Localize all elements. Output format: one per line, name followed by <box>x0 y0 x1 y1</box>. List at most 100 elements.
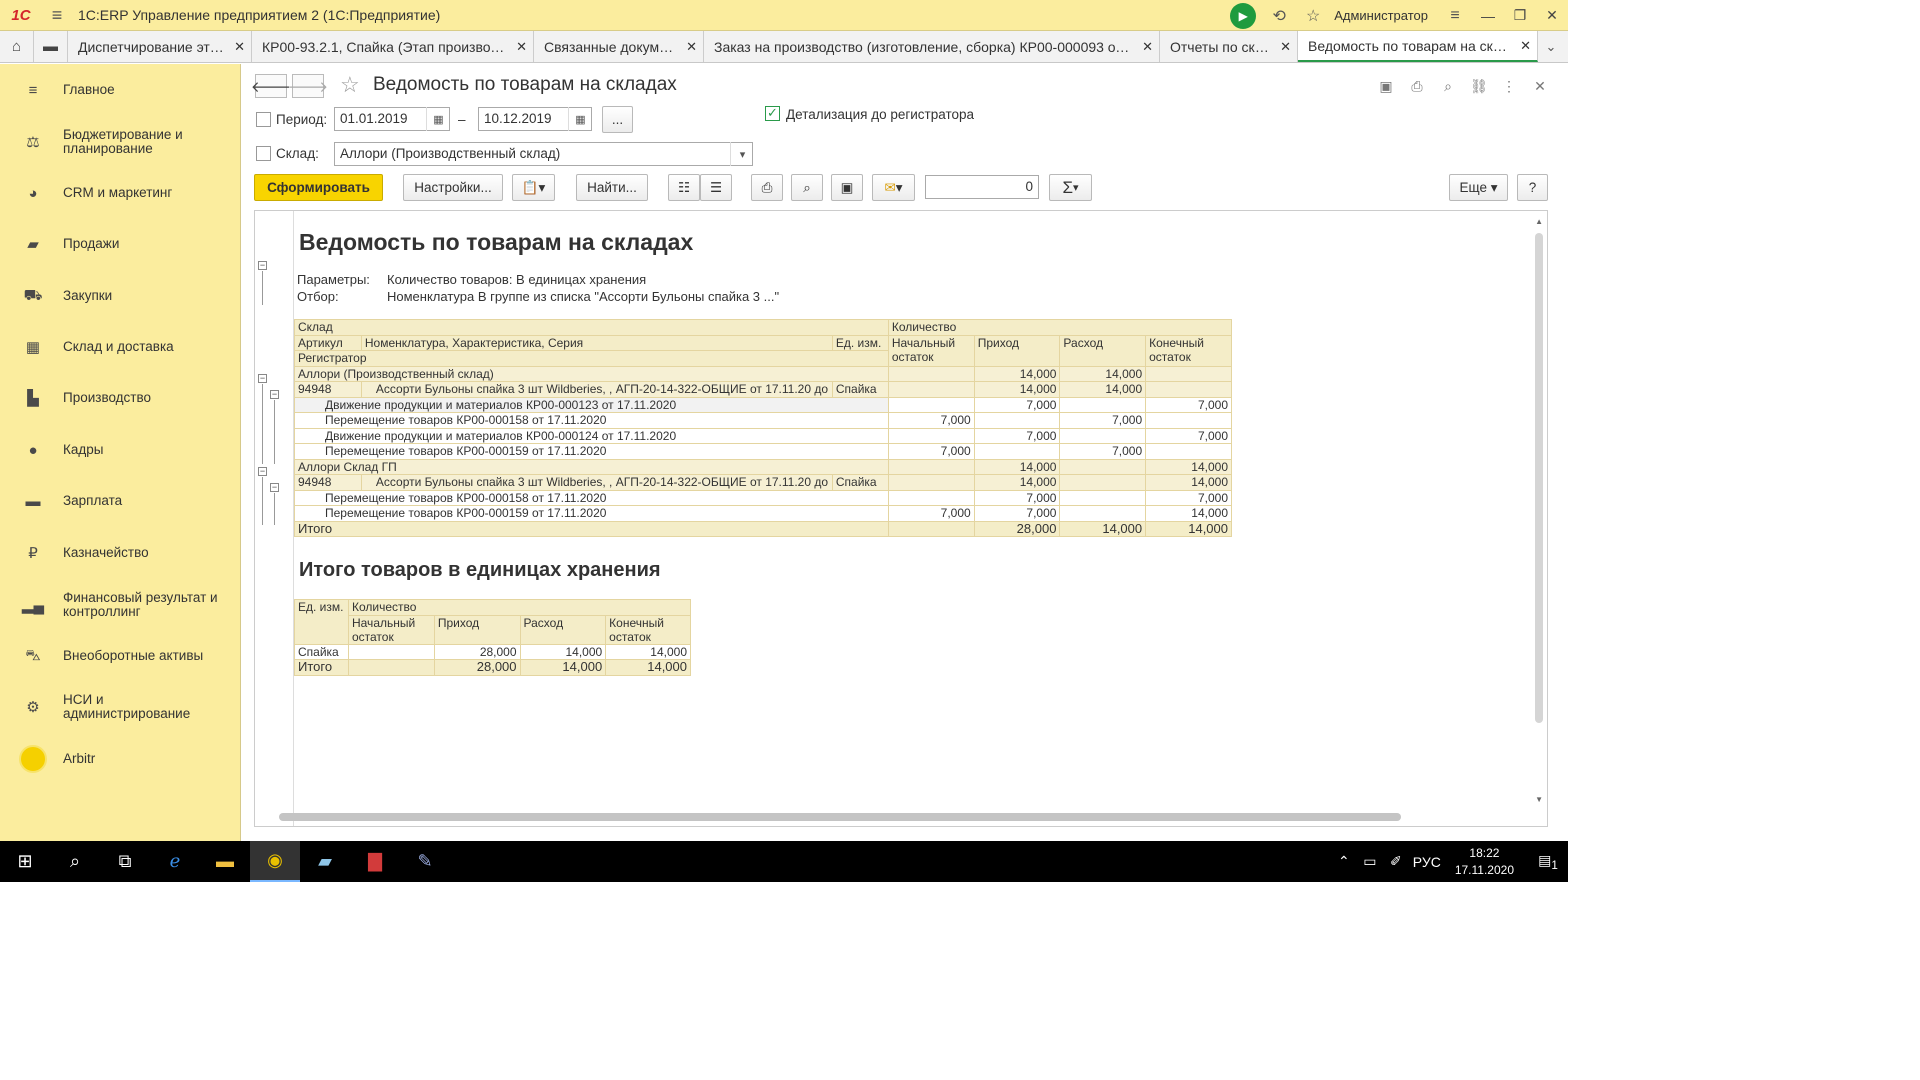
tab-goods-statement[interactable]: Ведомость по товарам на складах ✕ <box>1298 31 1538 62</box>
period-checkbox[interactable] <box>256 112 271 127</box>
preview-icon[interactable]: ⌕ <box>1437 75 1459 97</box>
close-tab-icon[interactable]: ✕ <box>1280 39 1291 55</box>
sidebar-item-admin[interactable]: ⚙ НСИ и администрирование <box>0 693 241 721</box>
tab-stage[interactable]: КР00-93.2.1, Спайка (Этап производства) ✕ <box>252 31 534 62</box>
collapse-group-icon[interactable]: − <box>258 467 267 476</box>
close-tab-icon[interactable]: ✕ <box>516 39 527 55</box>
more-vertical-icon[interactable]: ⋮ <box>1498 75 1520 97</box>
main-menu-icon[interactable]: ≡ <box>42 0 72 31</box>
windows-start-icon[interactable]: ⊞ <box>0 841 50 882</box>
home-icon[interactable]: ⌂ <box>0 31 34 62</box>
close-tab-icon[interactable]: ✕ <box>234 39 245 55</box>
detail-checkbox[interactable]: ✓ <box>765 106 780 121</box>
collapse-group-icon[interactable]: − <box>258 374 267 383</box>
report-registrator-row[interactable]: Движение продукции и материалов КР00-000… <box>294 396 1232 413</box>
report-registrator-row[interactable]: Перемещение товаров КР00-000158 от 17.11… <box>294 412 1232 429</box>
favorites-star-icon[interactable]: ☆ <box>1296 0 1330 31</box>
dropdown-icon[interactable]: ▾ <box>730 142 754 166</box>
notes-app-icon[interactable]: ▰ <box>300 841 350 882</box>
scroll-down-icon[interactable]: ▼ <box>1535 795 1543 804</box>
sidebar-item-salary[interactable]: ▬ Зарплата <box>0 489 241 513</box>
sum-field[interactable]: 0 <box>925 175 1039 199</box>
tab-production-order[interactable]: Заказ на производство (изготовление, сбо… <box>704 31 1160 62</box>
user-name[interactable]: Администратор <box>1334 8 1428 23</box>
help-button[interactable]: ? <box>1517 174 1548 201</box>
variants-button[interactable]: 📋 ▾ <box>512 174 555 201</box>
messages-icon[interactable]: ▬ <box>34 31 68 62</box>
sidebar-item-hr[interactable]: ● Кадры <box>0 438 241 462</box>
tray-expand-icon[interactable]: ⌃ <box>1331 853 1357 870</box>
report-registrator-row[interactable]: Перемещение товаров КР00-000159 от 17.11… <box>294 505 1232 522</box>
tab-warehouse-reports[interactable]: Отчеты по складу✕ <box>1160 31 1298 62</box>
1c-app-icon[interactable]: ◉ <box>250 841 300 882</box>
favorite-star-icon[interactable]: ☆ <box>340 72 360 98</box>
history-icon[interactable]: ⟲ <box>1262 0 1296 31</box>
tab-dispatching[interactable]: Диспетчирование этапов ✕ <box>68 31 252 62</box>
report-registrator-row[interactable]: Перемещение товаров КР00-000159 от 17.11… <box>294 443 1232 460</box>
link-icon[interactable]: ⛓ <box>1468 75 1490 97</box>
language-indicator[interactable]: РУС <box>1409 854 1445 870</box>
collapse-group-icon[interactable]: − <box>270 483 279 492</box>
sidebar-item-production[interactable]: ▙ Производство <box>0 386 241 410</box>
sidebar-item-warehouse[interactable]: ▦ Склад и доставка <box>0 335 241 359</box>
pen-icon[interactable]: ✐ <box>1383 853 1409 870</box>
report-registrator-row[interactable]: Перемещение товаров КР00-000158 от 17.11… <box>294 489 1232 506</box>
report-item-row[interactable]: 94948 Ассорти Бульоны спайка 3 шт Wildber… <box>294 381 1232 398</box>
minimize-icon[interactable]: — <box>1472 0 1504 31</box>
start-play-icon[interactable]: ▶ <box>1230 2 1257 29</box>
chevron-down-icon[interactable]: ⌄ <box>1538 31 1564 62</box>
sidebar-item-budget[interactable]: ⚖ Бюджетирование и планирование <box>0 126 241 158</box>
sidebar-item-crm[interactable]: ◕ CRM и маркетинг <box>0 181 241 205</box>
close-tab-icon[interactable]: ✕ <box>1142 39 1153 55</box>
report-total-row[interactable]: Итого 28,000 14,000 14,000 <box>294 520 1232 537</box>
collapse-groups-icon[interactable]: ☰ <box>700 174 732 201</box>
horizontal-scrollbar[interactable] <box>279 813 1401 821</box>
find-button[interactable]: Найти... <box>576 174 648 201</box>
more-button[interactable]: Еще ▾ <box>1449 174 1508 201</box>
sidebar-item-treasury[interactable]: ₽ Казначейство <box>0 541 241 565</box>
save-report-icon[interactable]: ▣ <box>831 174 863 201</box>
vertical-scrollbar[interactable] <box>1535 233 1543 723</box>
warehouse-checkbox[interactable] <box>256 146 271 161</box>
collapse-group-icon[interactable]: − <box>258 261 267 270</box>
notifications-icon[interactable]: ▤1 <box>1528 852 1568 872</box>
back-arrow-icon[interactable]: 🡐 <box>251 74 291 98</box>
print-icon[interactable]: ⎙ <box>1406 75 1428 97</box>
tab-related-docs[interactable]: Связанные документы ✕ <box>534 31 704 62</box>
ie-browser-icon[interactable]: ℯ <box>150 841 200 882</box>
network-icon[interactable]: ▭ <box>1357 853 1383 870</box>
report-group-row[interactable]: Аллори Склад ГП 14,000 14,000 <box>294 458 1232 475</box>
expand-groups-icon[interactable]: ☷ <box>668 174 700 201</box>
paint-app-icon[interactable]: ✎ <box>400 841 450 882</box>
report-registrator-row[interactable]: Движение продукции и материалов КР00-000… <box>294 427 1232 444</box>
summary-total-row[interactable]: Итого 28,000 14,000 14,000 <box>294 659 691 676</box>
report-item-row[interactable]: 94948 Ассорти Бульоны спайка 3 шт Wildber… <box>294 474 1232 491</box>
sum-button[interactable]: Σ ▾ <box>1049 174 1092 201</box>
calendar-icon[interactable]: ▦ <box>426 107 450 131</box>
settings-menu-icon[interactable]: ≡ <box>1438 0 1472 31</box>
toolbox-app-icon[interactable]: ▇ <box>350 841 400 882</box>
calendar-icon[interactable]: ▦ <box>568 107 592 131</box>
print-button-icon[interactable]: ⎙ <box>751 174 783 201</box>
sidebar-item-assets[interactable]: ⛍ Внеоборотные активы <box>0 644 241 668</box>
sidebar-item-sales[interactable]: ▰ Продажи <box>0 232 241 256</box>
close-tab-icon[interactable]: ✕ <box>1520 38 1531 54</box>
clock[interactable]: 18:22 17.11.2020 <box>1455 845 1514 879</box>
sidebar-item-purchases[interactable]: ⛟ Закупки <box>0 284 241 308</box>
report-document[interactable]: − − − − − Ведомость по товарам на склада… <box>254 210 1548 827</box>
file-explorer-icon[interactable]: ▬ <box>200 841 250 882</box>
close-tab-icon[interactable]: ✕ <box>686 39 697 55</box>
close-window-icon[interactable]: ✕ <box>1536 0 1568 31</box>
search-icon[interactable]: ⌕ <box>50 841 100 882</box>
summary-row[interactable]: Спайка 28,000 14,000 14,000 <box>294 643 691 660</box>
generate-button[interactable]: Сформировать <box>254 174 383 201</box>
restore-icon[interactable]: ❐ <box>1504 0 1536 31</box>
sidebar-item-finance[interactable]: ▂▄ Финансовый результат и контроллинг <box>0 589 241 621</box>
print-preview-icon[interactable]: ⌕ <box>791 174 823 201</box>
period-select-button[interactable]: ... <box>602 106 633 133</box>
report-group-row[interactable]: Аллори (Производственный склад) 14,000 14,… <box>294 365 1232 382</box>
warehouse-field[interactable]: Аллори (Производственный склад) <box>334 142 753 166</box>
close-form-icon[interactable]: ✕ <box>1529 75 1551 97</box>
forward-arrow-icon[interactable]: 🡒 <box>288 74 328 98</box>
send-mail-button[interactable]: ✉ ▾ <box>872 174 915 201</box>
